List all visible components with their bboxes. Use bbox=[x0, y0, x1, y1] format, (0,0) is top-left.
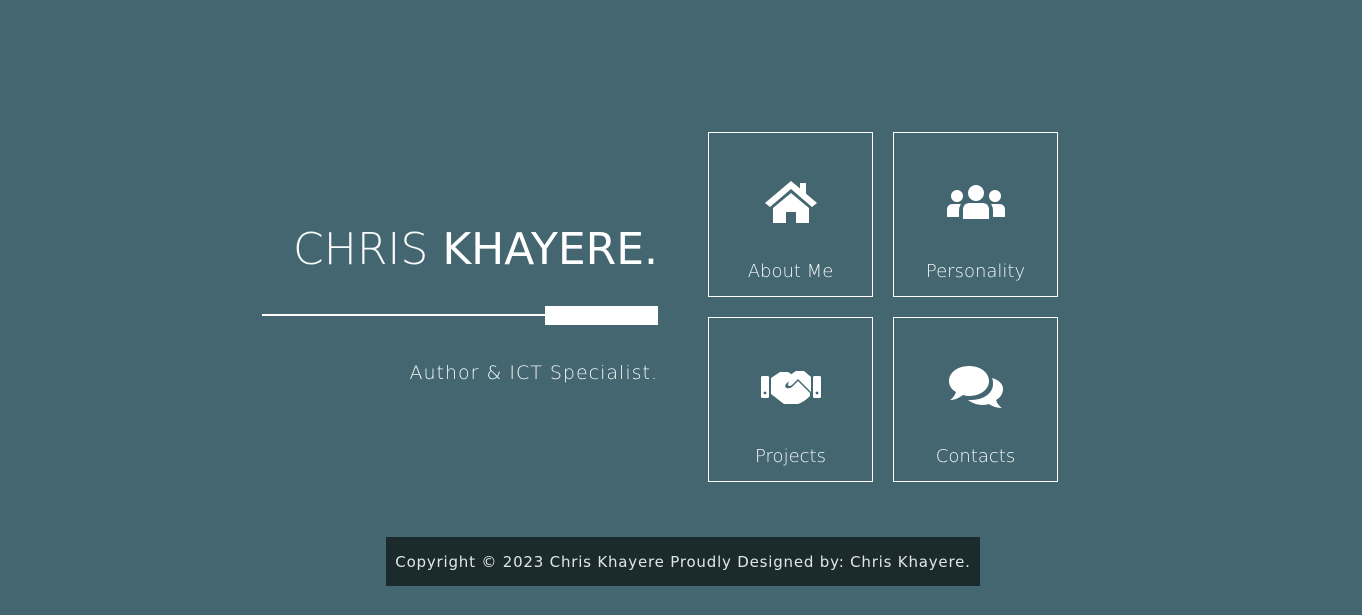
title-divider bbox=[262, 306, 658, 326]
hero-section: CHRIS KHAYERE. Author & ICT Specialist. bbox=[262, 222, 658, 384]
copyright-text: Copyright © 2023 Chris Khayere Proudly D… bbox=[395, 552, 971, 571]
tile-projects[interactable]: Projects bbox=[708, 317, 873, 482]
tile-label: About Me bbox=[747, 261, 834, 282]
tile-label: Projects bbox=[755, 446, 826, 467]
comments-icon bbox=[894, 362, 1057, 412]
tagline: Author & ICT Specialist. bbox=[409, 362, 658, 384]
handshake-icon bbox=[709, 362, 872, 412]
users-icon bbox=[894, 177, 1057, 227]
footer: Copyright © 2023 Chris Khayere Proudly D… bbox=[386, 537, 980, 586]
first-name: CHRIS bbox=[293, 224, 429, 275]
tile-contacts[interactable]: Contacts bbox=[893, 317, 1058, 482]
tile-personality[interactable]: Personality bbox=[893, 132, 1058, 297]
site-title: CHRIS KHAYERE. bbox=[262, 222, 658, 278]
nav-grid: About Me Personality Projects Contacts bbox=[708, 132, 1058, 482]
home-icon bbox=[709, 177, 872, 227]
tile-label: Personality bbox=[925, 261, 1026, 282]
last-name: KHAYERE. bbox=[442, 224, 658, 275]
divider-thin-line bbox=[262, 314, 546, 316]
divider-thick-bar bbox=[545, 306, 658, 325]
tile-about-me[interactable]: About Me bbox=[708, 132, 873, 297]
tile-label: Contacts bbox=[935, 446, 1016, 467]
